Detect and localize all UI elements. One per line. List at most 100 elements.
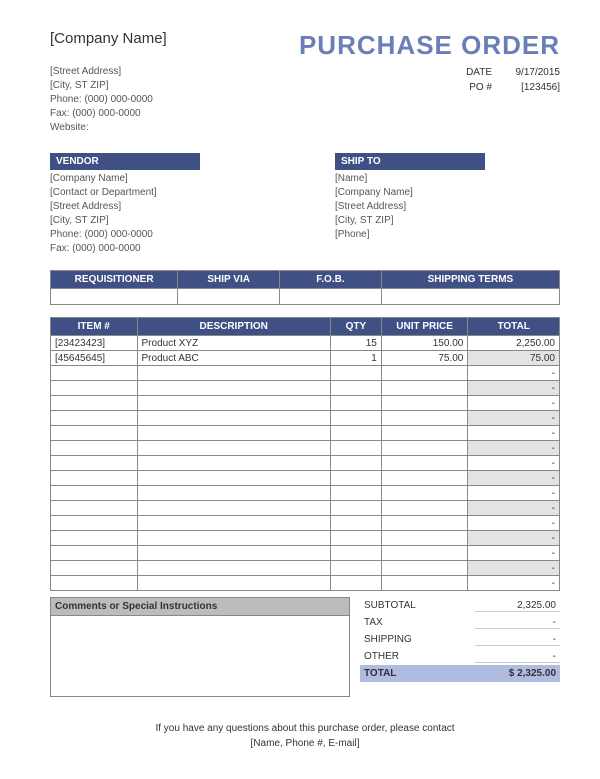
table-row: - — [51, 501, 560, 516]
table-row: [45645645]Product ABC175.0075.00 — [51, 351, 560, 366]
desc-cell — [137, 441, 330, 456]
table-row: - — [51, 411, 560, 426]
date-label: DATE — [452, 65, 492, 80]
qty-cell — [330, 471, 381, 486]
item-cell — [51, 516, 138, 531]
price-cell: 75.00 — [381, 351, 468, 366]
other-value: - — [475, 651, 560, 663]
qty-cell: 15 — [330, 336, 381, 351]
qty-cell — [330, 426, 381, 441]
qty-cell: 1 — [330, 351, 381, 366]
table-row: - — [51, 516, 560, 531]
shipto-section: SHIP TO [Name] [Company Name] [Street Ad… — [335, 153, 560, 256]
qty-cell — [330, 366, 381, 381]
price-cell — [381, 546, 468, 561]
other-label: OTHER — [360, 651, 475, 662]
shipto-line: [Phone] — [335, 228, 560, 242]
total-cell: - — [468, 471, 560, 486]
desc-cell — [137, 561, 330, 576]
item-cell — [51, 366, 138, 381]
totals-block: SUBTOTAL 2,325.00 TAX - SHIPPING - OTHER… — [360, 597, 560, 697]
item-cell: [45645645] — [51, 351, 138, 366]
desc-cell — [137, 516, 330, 531]
item-cell — [51, 381, 138, 396]
tax-label: TAX — [360, 617, 475, 628]
total-cell: - — [468, 516, 560, 531]
desc-cell — [137, 456, 330, 471]
total-cell: - — [468, 366, 560, 381]
vendor-line: [City, ST ZIP] — [50, 214, 275, 228]
qty-cell — [330, 576, 381, 591]
total-cell: - — [468, 501, 560, 516]
table-row: - — [51, 441, 560, 456]
qty-cell — [330, 561, 381, 576]
price-cell — [381, 411, 468, 426]
price-cell — [381, 501, 468, 516]
table-row: - — [51, 576, 560, 591]
req-row — [51, 289, 560, 305]
item-header: DESCRIPTION — [137, 318, 330, 336]
qty-cell — [330, 381, 381, 396]
total-cell: 2,250.00 — [468, 336, 560, 351]
qty-cell — [330, 456, 381, 471]
company-website: Website: — [50, 121, 153, 135]
item-cell — [51, 471, 138, 486]
company-fax: Fax: (000) 000-0000 — [50, 107, 153, 121]
table-row: - — [51, 561, 560, 576]
item-header: UNIT PRICE — [381, 318, 468, 336]
price-cell — [381, 396, 468, 411]
desc-cell — [137, 411, 330, 426]
price-cell: 150.00 — [381, 336, 468, 351]
desc-cell — [137, 366, 330, 381]
total-cell: - — [468, 486, 560, 501]
desc-cell — [137, 501, 330, 516]
qty-cell — [330, 441, 381, 456]
item-cell — [51, 441, 138, 456]
requisition-table: REQUISITIONER SHIP VIA F.O.B. SHIPPING T… — [50, 270, 560, 305]
total-cell: - — [468, 426, 560, 441]
price-cell — [381, 486, 468, 501]
table-row: - — [51, 546, 560, 561]
item-cell — [51, 561, 138, 576]
desc-cell — [137, 471, 330, 486]
footer-line1: If you have any questions about this pur… — [50, 721, 560, 736]
company-name: [Company Name] — [50, 30, 167, 47]
total-cell: - — [468, 396, 560, 411]
comments-header: Comments or Special Instructions — [51, 598, 349, 616]
shipping-value: - — [475, 634, 560, 646]
req-header: F.O.B. — [280, 271, 382, 289]
po-value: [123456] — [500, 80, 560, 95]
company-phone: Phone: (000) 000-0000 — [50, 93, 153, 107]
item-header: TOTAL — [468, 318, 560, 336]
subtotal-value: 2,325.00 — [475, 600, 560, 612]
vendor-section: VENDOR [Company Name] [Contact or Depart… — [50, 153, 275, 256]
req-header: REQUISITIONER — [51, 271, 178, 289]
total-label: TOTAL — [360, 668, 475, 679]
desc-cell — [137, 546, 330, 561]
total-cell: - — [468, 441, 560, 456]
footer: If you have any questions about this pur… — [50, 721, 560, 751]
vendor-line: [Company Name] — [50, 172, 275, 186]
date-po-block: DATE 9/17/2015 PO # [123456] — [452, 65, 560, 135]
desc-cell: Product ABC — [137, 351, 330, 366]
shipto-line: [Name] — [335, 172, 560, 186]
item-cell — [51, 426, 138, 441]
item-header: QTY — [330, 318, 381, 336]
qty-cell — [330, 501, 381, 516]
price-cell — [381, 576, 468, 591]
item-cell — [51, 411, 138, 426]
item-cell: [23423423] — [51, 336, 138, 351]
item-cell — [51, 546, 138, 561]
total-cell: - — [468, 576, 560, 591]
total-cell: 75.00 — [468, 351, 560, 366]
total-cell: - — [468, 456, 560, 471]
comments-box[interactable]: Comments or Special Instructions — [50, 597, 350, 697]
item-cell — [51, 456, 138, 471]
subtotal-label: SUBTOTAL — [360, 600, 475, 611]
qty-cell — [330, 516, 381, 531]
item-cell — [51, 501, 138, 516]
price-cell — [381, 381, 468, 396]
footer-line2: [Name, Phone #, E-mail] — [50, 736, 560, 751]
company-street: [Street Address] — [50, 65, 153, 79]
table-row: - — [51, 426, 560, 441]
